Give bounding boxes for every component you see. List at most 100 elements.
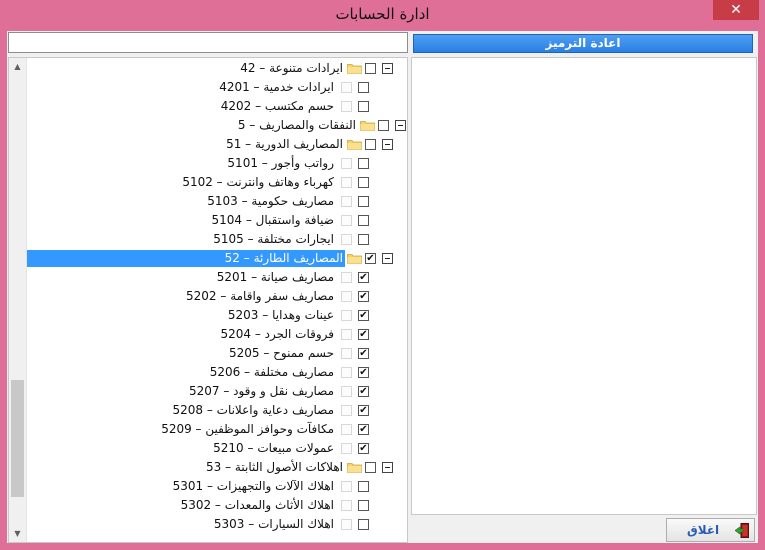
tree-account-row[interactable]: 5105 – ايجارات مختلفة bbox=[9, 230, 407, 249]
tree-account-row[interactable]: 5201 – مصاريف صيانة ✔ bbox=[9, 268, 407, 287]
tree-item-label: 5205 – حسم ممنوح bbox=[228, 346, 334, 360]
tree-checkbox[interactable]: ✔ bbox=[358, 424, 369, 435]
tree-account-row[interactable]: 5202 – مصاريف سفر واقامة ✔ bbox=[9, 287, 407, 306]
tree-account-row[interactable]: 5101 – رواتب وأجور bbox=[9, 154, 407, 173]
node-placeholder-box bbox=[341, 481, 352, 492]
node-placeholder-box bbox=[341, 234, 352, 245]
tree-checkbox[interactable] bbox=[358, 215, 369, 226]
tree-checkbox[interactable] bbox=[365, 63, 376, 74]
tree-checkbox[interactable] bbox=[378, 120, 389, 131]
tree-item-label: 4201 – ايرادات خدمية bbox=[219, 80, 334, 94]
folder-icon bbox=[360, 121, 375, 131]
tree-account-row[interactable]: 5102 – كهرباء وهاتف وانترنت bbox=[9, 173, 407, 192]
tree-account-row[interactable]: 5301 – اهلاك الآلات والتجهيزات bbox=[9, 477, 407, 496]
tree-item-label: 5204 – فروقات الجرد bbox=[220, 327, 334, 341]
tree-item-label: 5207 – مصاريف نقل و وقود bbox=[188, 384, 334, 398]
node-placeholder-box bbox=[341, 443, 352, 454]
tree-checkbox[interactable] bbox=[358, 177, 369, 188]
node-placeholder-box bbox=[341, 158, 352, 169]
accounts-tree[interactable]: ▲ ▼ 42 – ايرادات متنوعة 4201 – ايرادات خد… bbox=[8, 57, 408, 543]
node-placeholder-box bbox=[341, 310, 352, 321]
tree-account-row[interactable]: 5209 – مكافآت وحوافز الموظفين ✔ bbox=[9, 420, 407, 439]
collapse-icon[interactable] bbox=[382, 139, 393, 150]
node-placeholder-box bbox=[341, 329, 352, 340]
tree-account-row[interactable]: 4201 – ايرادات خدمية bbox=[9, 78, 407, 97]
tree-checkbox[interactable]: ✔ bbox=[358, 348, 369, 359]
details-panel bbox=[411, 57, 757, 515]
folder-icon bbox=[347, 463, 362, 473]
tree-group-row[interactable]: 52 – المصاريف الطارئة ✔ bbox=[9, 249, 407, 268]
tree-group-row[interactable]: 51 – المصاريف الدورية bbox=[9, 135, 407, 154]
node-placeholder-box bbox=[341, 291, 352, 302]
exit-door-icon bbox=[735, 523, 749, 538]
search-input[interactable] bbox=[8, 32, 408, 53]
tree-item-label: 4202 – حسم مكتسب bbox=[220, 99, 334, 113]
tree-checkbox[interactable] bbox=[358, 82, 369, 93]
collapse-icon[interactable] bbox=[382, 462, 393, 473]
tree-group-row[interactable]: 53 – اهلاكات الأصول الثابتة bbox=[9, 458, 407, 477]
tree-account-row[interactable]: 4202 – حسم مكتسب bbox=[9, 97, 407, 116]
tree-checkbox[interactable] bbox=[358, 158, 369, 169]
tree-checkbox[interactable]: ✔ bbox=[358, 386, 369, 397]
node-placeholder-box bbox=[341, 82, 352, 93]
tree-checkbox[interactable]: ✔ bbox=[358, 367, 369, 378]
tree-checkbox[interactable] bbox=[358, 234, 369, 245]
tree-checkbox[interactable]: ✔ bbox=[358, 443, 369, 454]
tree-account-row[interactable]: 5208 – مصاريف دعاية واعلانات ✔ bbox=[9, 401, 407, 420]
tree-account-row[interactable]: 5104 – ضيافة واستقبال bbox=[9, 211, 407, 230]
tree-item-label: 5206 – مصاريف مختلفة bbox=[209, 365, 334, 379]
tree-checkbox[interactable]: ✔ bbox=[358, 291, 369, 302]
node-placeholder-box bbox=[341, 405, 352, 416]
tree-checkbox[interactable] bbox=[365, 139, 376, 150]
collapse-icon[interactable] bbox=[382, 253, 393, 264]
tree-item-label: 5105 – ايجارات مختلفة bbox=[213, 232, 334, 246]
node-placeholder-box bbox=[341, 215, 352, 226]
tree-checkbox[interactable] bbox=[358, 101, 369, 112]
collapse-icon[interactable] bbox=[382, 63, 393, 74]
tree-checkbox[interactable]: ✔ bbox=[358, 310, 369, 321]
tree-item-label: 5103 – مصاريف حكومية bbox=[207, 194, 334, 208]
tree-item-label: 5208 – مصاريف دعاية واعلانات bbox=[172, 403, 334, 417]
tree-checkbox[interactable]: ✔ bbox=[365, 253, 376, 264]
node-placeholder-box bbox=[341, 500, 352, 511]
tree-checkbox[interactable] bbox=[365, 462, 376, 473]
tree-checkbox[interactable] bbox=[358, 500, 369, 511]
tree-account-row[interactable]: 5207 – مصاريف نقل و وقود ✔ bbox=[9, 382, 407, 401]
tree-group-row[interactable]: 5 – النفقات والمصاريف bbox=[9, 116, 407, 135]
node-placeholder-box bbox=[341, 367, 352, 378]
tree-account-row[interactable]: 5103 – مصاريف حكومية bbox=[9, 192, 407, 211]
tree-item-label: 5102 – كهرباء وهاتف وانترنت bbox=[182, 175, 334, 189]
close-button[interactable]: اغلاق bbox=[666, 518, 755, 542]
node-placeholder-box bbox=[341, 386, 352, 397]
collapse-icon[interactable] bbox=[395, 120, 406, 131]
tree-account-row[interactable]: 5302 – اهلاك الأثاث والمعدات bbox=[9, 496, 407, 515]
tree-account-row[interactable]: 5203 – عينات وهدايا ✔ bbox=[9, 306, 407, 325]
tree-item-label: 51 – المصاريف الدورية bbox=[226, 137, 343, 151]
tree-checkbox[interactable]: ✔ bbox=[358, 405, 369, 416]
tree-account-row[interactable]: 5303 – اهلاك السيارات bbox=[9, 515, 407, 534]
tree-account-row[interactable]: 5204 – فروقات الجرد ✔ bbox=[9, 325, 407, 344]
node-placeholder-box bbox=[341, 101, 352, 112]
tree-item-label: 5303 – اهلاك السيارات bbox=[213, 517, 334, 531]
tree-item-label: 5210 – عمولات مبيعات bbox=[213, 441, 334, 455]
tree-item-label: 5301 – اهلاك الآلات والتجهيزات bbox=[172, 479, 334, 493]
tree-checkbox[interactable]: ✔ bbox=[358, 272, 369, 283]
title-bar: ادارة الحسابات ✕ bbox=[0, 0, 765, 32]
folder-icon bbox=[347, 140, 362, 150]
tree-checkbox[interactable] bbox=[358, 519, 369, 530]
tree-account-row[interactable]: 5206 – مصاريف مختلفة ✔ bbox=[9, 363, 407, 382]
tree-checkbox[interactable]: ✔ bbox=[358, 329, 369, 340]
tree-account-row[interactable]: 5210 – عمولات مبيعات ✔ bbox=[9, 439, 407, 458]
window-close-button[interactable]: ✕ bbox=[713, 0, 759, 20]
tree-item-label: 5201 – مصاريف صيانة bbox=[216, 270, 334, 284]
tree-checkbox[interactable] bbox=[358, 481, 369, 492]
node-placeholder-box bbox=[341, 272, 352, 283]
tree-account-row[interactable]: 5205 – حسم ممنوح ✔ bbox=[9, 344, 407, 363]
window-title: ادارة الحسابات bbox=[335, 5, 430, 23]
reset-coding-button[interactable]: اعادة الترميز bbox=[413, 34, 753, 53]
node-placeholder-box bbox=[341, 424, 352, 435]
tree-checkbox[interactable] bbox=[358, 196, 369, 207]
tree-item-label: 5104 – ضيافة واستقبال bbox=[211, 213, 335, 227]
tree-group-row[interactable]: 42 – ايرادات متنوعة bbox=[9, 59, 407, 78]
node-placeholder-box bbox=[341, 519, 352, 530]
